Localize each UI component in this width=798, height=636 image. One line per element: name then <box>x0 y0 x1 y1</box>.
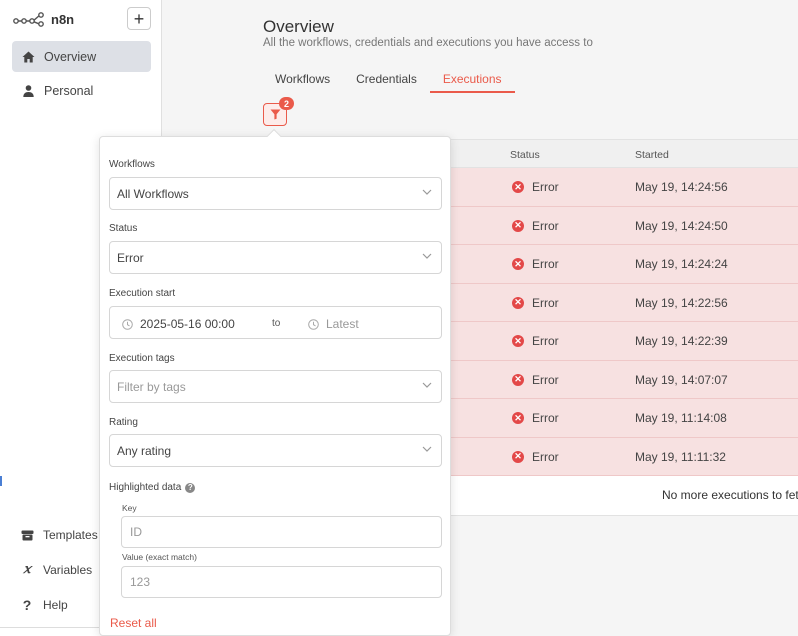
chevron-down-icon <box>422 382 432 388</box>
logo-text: n8n <box>51 11 75 27</box>
sidebar-item-variables[interactable]: 𝑥 Variables <box>20 562 92 577</box>
tags-select[interactable]: Filter by tags <box>109 370 442 403</box>
status-cell: ✕ Error <box>512 180 559 194</box>
status-cell: ✕ Error <box>512 373 559 387</box>
workflows-value: All Workflows <box>117 186 189 201</box>
sidebar-item-templates[interactable]: Templates <box>20 528 98 542</box>
status-cell: ✕ Error <box>512 411 559 425</box>
sidebar-item-label: Overview <box>44 49 97 64</box>
key-placeholder: ID <box>130 525 142 539</box>
add-button[interactable]: + <box>127 7 151 30</box>
chevron-down-icon <box>422 253 432 259</box>
error-icon: ✕ <box>512 373 524 386</box>
tab-executions[interactable]: Executions <box>429 66 515 93</box>
started-cell: May 19, 14:24:56 <box>635 180 728 194</box>
box-icon <box>20 530 34 541</box>
error-icon: ✕ <box>512 258 524 270</box>
sidebar-item-personal[interactable]: Personal <box>12 75 151 106</box>
highlighted-data-text: Highlighted data <box>109 482 182 493</box>
end-date-input[interactable]: Latest <box>308 317 359 331</box>
started-cell: May 19, 11:14:08 <box>635 411 727 425</box>
column-header-status: Status <box>510 149 540 161</box>
status-text: Error <box>532 257 559 271</box>
status-value: Error <box>117 250 144 265</box>
user-icon <box>21 84 35 97</box>
workflows-label: Workflows <box>109 159 155 170</box>
key-label: Key <box>122 503 137 513</box>
value-label: Value (exact match) <box>122 552 197 562</box>
error-icon: ✕ <box>512 296 524 309</box>
execution-start-label: Execution start <box>109 288 176 299</box>
rating-label: Rating <box>109 417 138 428</box>
started-cell: May 19, 11:11:32 <box>635 449 726 464</box>
tab-workflows[interactable]: Workflows <box>262 66 343 93</box>
page-subtitle: All the workflows, credentials and execu… <box>263 37 593 49</box>
workflows-select[interactable]: All Workflows <box>109 177 442 210</box>
started-cell: May 19, 14:07:07 <box>635 372 728 387</box>
status-text: Error <box>532 449 559 464</box>
tabs: Workflows Credentials Executions <box>262 66 515 93</box>
no-more-text: No more executions to fetch <box>662 488 798 502</box>
started-cell: May 19, 14:22:39 <box>635 334 728 348</box>
status-cell: ✕ Error <box>512 334 559 348</box>
status-text: Error <box>532 411 559 425</box>
date-to-label: to <box>272 318 281 329</box>
status-text: Error <box>532 295 559 310</box>
clock-icon <box>308 318 319 330</box>
status-label: Status <box>109 223 138 234</box>
execution-tags-label: Execution tags <box>109 353 175 364</box>
question-icon: ? <box>22 597 32 613</box>
rating-value: Any rating <box>117 443 172 458</box>
page-title: Overview <box>263 17 334 36</box>
sidebar-item-label: Templates <box>43 528 98 542</box>
started-cell: May 19, 14:24:50 <box>635 218 728 233</box>
rating-select[interactable]: Any rating <box>109 434 442 467</box>
variable-icon: 𝑥 <box>23 562 31 577</box>
end-date-placeholder: Latest <box>326 317 359 331</box>
sidebar-item-overview[interactable]: Overview <box>12 41 151 72</box>
status-select[interactable]: Error <box>109 241 442 274</box>
error-icon: ✕ <box>512 335 524 347</box>
error-icon: ✕ <box>512 181 524 193</box>
filter-icon <box>270 109 280 120</box>
highlighted-data-label: Highlighted data ? <box>109 482 196 493</box>
status-cell: ✕ Error <box>512 219 559 233</box>
started-cell: May 19, 14:22:56 <box>635 295 728 310</box>
tags-placeholder: Filter by tags <box>117 379 186 394</box>
home-icon <box>21 51 35 63</box>
status-cell: ✕ Error <box>512 296 559 310</box>
started-cell: May 19, 14:24:24 <box>635 257 728 271</box>
error-icon: ✕ <box>512 412 524 424</box>
value-input[interactable]: 123 <box>121 566 442 598</box>
sidebar-item-label: Help <box>43 598 68 612</box>
status-text: Error <box>532 372 559 387</box>
edge-marker <box>0 476 2 486</box>
help-icon[interactable]: ? <box>185 482 196 493</box>
status-cell: ✕ Error <box>512 257 559 271</box>
status-cell: ✕ Error <box>512 450 559 464</box>
sidebar-item-label: Personal <box>44 83 94 98</box>
chevron-down-icon <box>422 446 432 452</box>
filter-popover: Workflows All Workflows Status Error Exe… <box>99 128 451 636</box>
date-range-picker[interactable]: 2025-05-16 00:00 to Latest <box>109 306 442 339</box>
column-header-started: Started <box>635 149 669 161</box>
status-text: Error <box>532 218 559 233</box>
chevron-down-icon <box>422 189 432 195</box>
error-icon: ✕ <box>512 450 524 463</box>
status-text: Error <box>532 180 559 194</box>
filter-count-badge: 2 <box>279 97 294 110</box>
key-input[interactable]: ID <box>121 516 442 548</box>
logo[interactable]: n8n <box>13 8 74 30</box>
reset-all-link[interactable]: Reset all <box>110 616 157 630</box>
start-date-value: 2025-05-16 00:00 <box>140 317 235 331</box>
tab-credentials[interactable]: Credentials <box>343 66 430 93</box>
sidebar-item-help[interactable]: ? Help <box>20 597 68 613</box>
error-icon: ✕ <box>512 219 524 232</box>
clock-icon <box>122 318 133 330</box>
n8n-logo-icon <box>13 12 44 27</box>
value-placeholder: 123 <box>130 575 151 589</box>
sidebar-item-label: Variables <box>43 562 93 577</box>
status-text: Error <box>532 334 559 348</box>
start-date-input[interactable]: 2025-05-16 00:00 <box>122 317 235 331</box>
